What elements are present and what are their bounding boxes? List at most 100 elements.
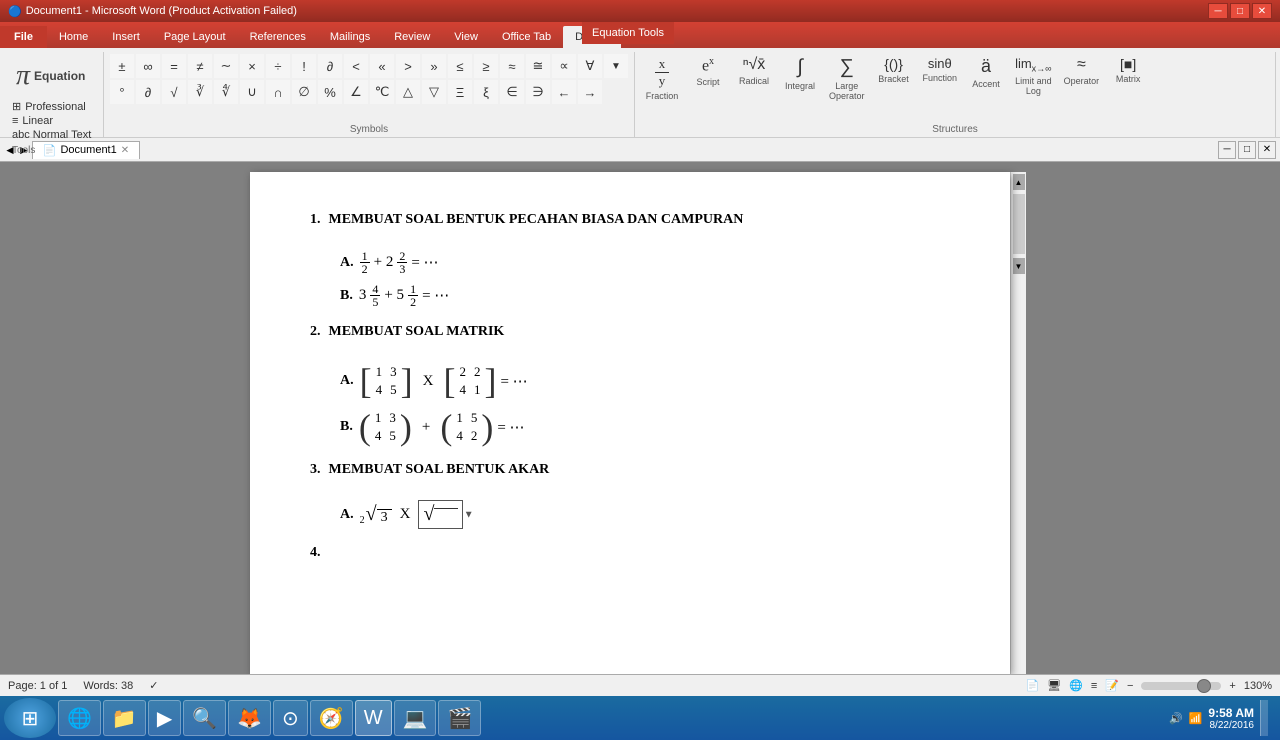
dropdown-arrow[interactable]: ▼ [464,509,474,520]
document-page[interactable]: 1. MEMBUAT SOAL BENTUK PECAHAN BIASA DAN… [250,172,1010,674]
struct-large-operator[interactable]: ∑ LargeOperator [825,54,869,103]
taskbar-explorer[interactable]: 📁 [103,700,146,736]
struct-operator[interactable]: ≈ Operator [1060,54,1104,88]
title-bar-controls[interactable]: ─ □ ✕ [1208,3,1272,19]
sym-delta[interactable]: ∂ [136,80,160,104]
sym-cong[interactable]: ≅ [526,54,550,78]
sym-pct[interactable]: % [318,80,342,104]
taskbar-video[interactable]: 🎬 [438,700,481,736]
tab-insert[interactable]: Insert [100,26,152,48]
sym-approx[interactable]: ≈ [500,54,524,78]
tab-mailings[interactable]: Mailings [318,26,382,48]
radical-placeholder[interactable] [434,508,457,526]
spell-check-icon[interactable]: ✓ [149,679,158,692]
struct-accent[interactable]: ä Accent [965,54,1007,91]
sym-rarr[interactable]: → [578,80,602,104]
close-button[interactable]: ✕ [1252,3,1272,19]
maximize-button[interactable]: □ [1230,3,1250,19]
struct-matrix[interactable]: [■] Matrix [1107,54,1149,86]
sym-prop[interactable]: ∝ [552,54,576,78]
struct-fraction[interactable]: x y Fraction [641,54,683,103]
sym-celcius[interactable]: ℃ [370,80,394,104]
tab-references[interactable]: References [238,26,318,48]
minimize-button[interactable]: ─ [1208,3,1228,19]
struct-radical[interactable]: ⁿ√x̄ Radical [733,54,775,88]
struct-function[interactable]: sinθ Function [919,54,962,85]
sym-times[interactable]: × [240,54,264,78]
scrollbar[interactable]: ▲ ▼ [1010,172,1026,674]
document-tab-close[interactable]: ✕ [121,145,129,156]
taskbar-firefox[interactable]: 🦊 [228,700,271,736]
tab-office-tab[interactable]: Office Tab [490,26,563,48]
show-desktop-btn[interactable] [1260,700,1268,736]
tab-restore-doc[interactable]: □ [1238,141,1256,159]
tab-review[interactable]: Review [382,26,442,48]
taskbar-search[interactable]: 🔍 [183,700,226,736]
equation-button[interactable]: π Equation [12,56,95,96]
taskbar-chrome[interactable]: ⊙ [273,700,308,736]
tab-page-layout[interactable]: Page Layout [152,26,238,48]
sym-tilde[interactable]: ∼ [214,54,238,78]
sym-forall[interactable]: ∀ [578,54,602,78]
sym-union[interactable]: ∪ [240,80,264,104]
sym-gt[interactable]: > [396,54,420,78]
sym-triangle[interactable]: △ [396,80,420,104]
sym-gg[interactable]: » [422,54,446,78]
sym-ll[interactable]: « [370,54,394,78]
tab-view[interactable]: View [442,26,490,48]
view-draft-icon[interactable]: 📝 [1105,679,1119,692]
tab-home[interactable]: Home [47,26,100,48]
start-button[interactable]: ⊞ [4,698,56,738]
sym-div[interactable]: ÷ [266,54,290,78]
sym-lt[interactable]: < [344,54,368,78]
sym-larr[interactable]: ← [552,80,576,104]
sym-angle[interactable]: ∠ [344,80,368,104]
taskbar-ie[interactable]: 🌐 [58,700,101,736]
normal-text-option[interactable]: abc Normal Text [12,129,95,141]
sym-infinity[interactable]: ∞ [136,54,160,78]
sym-qqrt[interactable]: ∜ [214,80,238,104]
sym-intersect[interactable]: ∩ [266,80,290,104]
sym-xi[interactable]: Ξ [448,80,472,104]
sym-factorial[interactable]: ! [292,54,316,78]
sym-leq[interactable]: ≤ [448,54,472,78]
zoom-in-btn[interactable]: + [1229,680,1235,692]
sym-degree[interactable]: ° [110,80,134,104]
zoom-thumb[interactable] [1197,679,1211,693]
sym-in[interactable]: ∈ [500,80,524,104]
tab-minimize-doc[interactable]: ─ [1218,141,1236,159]
sym-down[interactable]: ▽ [422,80,446,104]
struct-limit-log[interactable]: limx→∞ Limit andLog [1011,54,1056,98]
zoom-out-btn[interactable]: − [1127,680,1133,692]
zoom-slider[interactable] [1141,682,1221,690]
sym-cbrt[interactable]: ∛ [188,80,212,104]
sym-sqrt[interactable]: √ [162,80,186,104]
view-outline-icon[interactable]: ≡ [1091,680,1097,692]
tab-file[interactable]: File [0,26,47,48]
sym-plus-minus[interactable]: ± [110,54,134,78]
tab-close-doc[interactable]: ✕ [1258,141,1276,159]
view-web-icon[interactable]: 🌐 [1069,679,1083,692]
taskbar-media[interactable]: ▶ [148,700,181,736]
struct-bracket[interactable]: {()} Bracket [873,54,915,86]
sym-not-equal[interactable]: ≠ [188,54,212,78]
struct-integral[interactable]: ∫ Integral [779,54,821,93]
struct-script[interactable]: ex Script [687,54,729,89]
scroll-thumb[interactable] [1013,194,1025,254]
radical-cursor-box[interactable]: √ ▼ [418,500,462,529]
sym-empty[interactable]: ∅ [292,80,316,104]
sym-partial[interactable]: ∂ [318,54,342,78]
sym-xi2[interactable]: ξ [474,80,498,104]
linear-option[interactable]: ≡ Linear [12,115,95,127]
taskbar-cmd[interactable]: 💻 [394,700,437,736]
sym-geq[interactable]: ≥ [474,54,498,78]
taskbar-word[interactable]: W [355,700,392,736]
view-print-icon[interactable]: 📄 [1025,679,1039,692]
scroll-down-btn[interactable]: ▼ [1013,258,1025,274]
taskbar-safari[interactable]: 🧭 [310,700,353,736]
view-fullscreen-icon[interactable]: 🖥 [1047,679,1061,692]
professional-option[interactable]: ⊞ Professional [12,100,95,113]
sym-ni[interactable]: ∋ [526,80,550,104]
scroll-up-btn[interactable]: ▲ [1013,174,1025,190]
sym-scroll[interactable]: ▼ [604,54,628,78]
